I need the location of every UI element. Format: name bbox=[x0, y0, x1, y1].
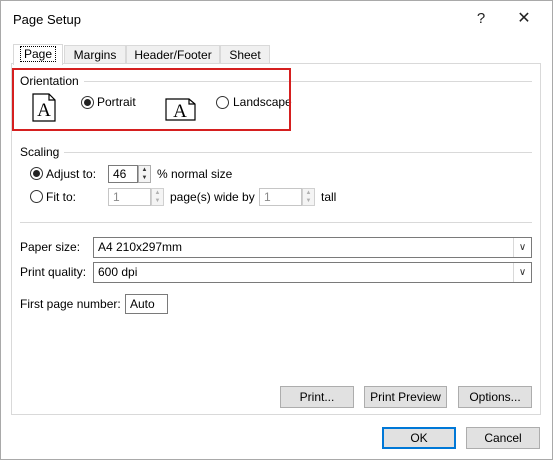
adjust-to-label[interactable]: Adjust to: bbox=[46, 167, 96, 181]
help-button[interactable]: ? bbox=[466, 6, 496, 32]
spin-down-icon[interactable]: ▼ bbox=[303, 197, 314, 205]
paper-size-value: A4 210x297mm bbox=[98, 240, 183, 254]
print-quality-select[interactable]: 600 dpi ∨ bbox=[93, 262, 532, 283]
tab-margins[interactable]: Margins bbox=[64, 45, 126, 65]
fit-tall-suffix: tall bbox=[321, 190, 337, 204]
cancel-button[interactable]: Cancel bbox=[466, 427, 540, 449]
fit-tall-input[interactable]: 1 bbox=[259, 188, 302, 206]
paper-size-select[interactable]: A4 210x297mm ∨ bbox=[93, 237, 532, 258]
fit-wide-input[interactable]: 1 bbox=[108, 188, 151, 206]
print-quality-label: Print quality: bbox=[20, 265, 87, 279]
section-divider bbox=[20, 222, 532, 223]
print-preview-button[interactable]: Print Preview bbox=[364, 386, 447, 408]
spin-up-icon[interactable]: ▲ bbox=[152, 189, 163, 197]
adjust-to-suffix: % normal size bbox=[157, 167, 233, 181]
fit-wide-suffix: page(s) wide by bbox=[170, 190, 255, 204]
paper-size-label: Paper size: bbox=[20, 240, 81, 254]
adjust-to-spinner[interactable]: ▲ ▼ bbox=[138, 165, 151, 183]
fit-to-radio[interactable] bbox=[30, 190, 43, 203]
print-quality-value: 600 dpi bbox=[98, 265, 138, 279]
close-button[interactable]: ✕ bbox=[509, 6, 539, 32]
orientation-highlight-box bbox=[12, 68, 291, 131]
chevron-down-icon[interactable]: ∨ bbox=[513, 238, 531, 257]
scaling-divider bbox=[64, 152, 532, 153]
dialog-title: Page Setup bbox=[13, 12, 81, 27]
tab-page[interactable]: Page bbox=[13, 44, 63, 65]
adjust-to-input[interactable]: 46 bbox=[108, 165, 138, 183]
tab-page-label: Page bbox=[19, 46, 57, 62]
spin-up-icon[interactable]: ▲ bbox=[139, 166, 150, 174]
spin-down-icon[interactable]: ▼ bbox=[152, 197, 163, 205]
tab-sheet[interactable]: Sheet bbox=[220, 45, 270, 65]
tab-header-footer[interactable]: Header/Footer bbox=[126, 45, 220, 65]
first-page-number-label: First page number: bbox=[20, 297, 121, 311]
adjust-to-radio[interactable] bbox=[30, 167, 43, 180]
ok-button[interactable]: OK bbox=[382, 427, 456, 449]
fit-to-label[interactable]: Fit to: bbox=[46, 190, 76, 204]
first-page-number-input[interactable]: Auto bbox=[125, 294, 168, 314]
fit-wide-spinner[interactable]: ▲ ▼ bbox=[151, 188, 164, 206]
scaling-group-label: Scaling bbox=[20, 145, 60, 159]
spin-down-icon[interactable]: ▼ bbox=[139, 174, 150, 182]
chevron-down-icon[interactable]: ∨ bbox=[513, 263, 531, 282]
options-button[interactable]: Options... bbox=[458, 386, 532, 408]
fit-tall-spinner[interactable]: ▲ ▼ bbox=[302, 188, 315, 206]
print-button[interactable]: Print... bbox=[280, 386, 354, 408]
spin-up-icon[interactable]: ▲ bbox=[303, 189, 314, 197]
